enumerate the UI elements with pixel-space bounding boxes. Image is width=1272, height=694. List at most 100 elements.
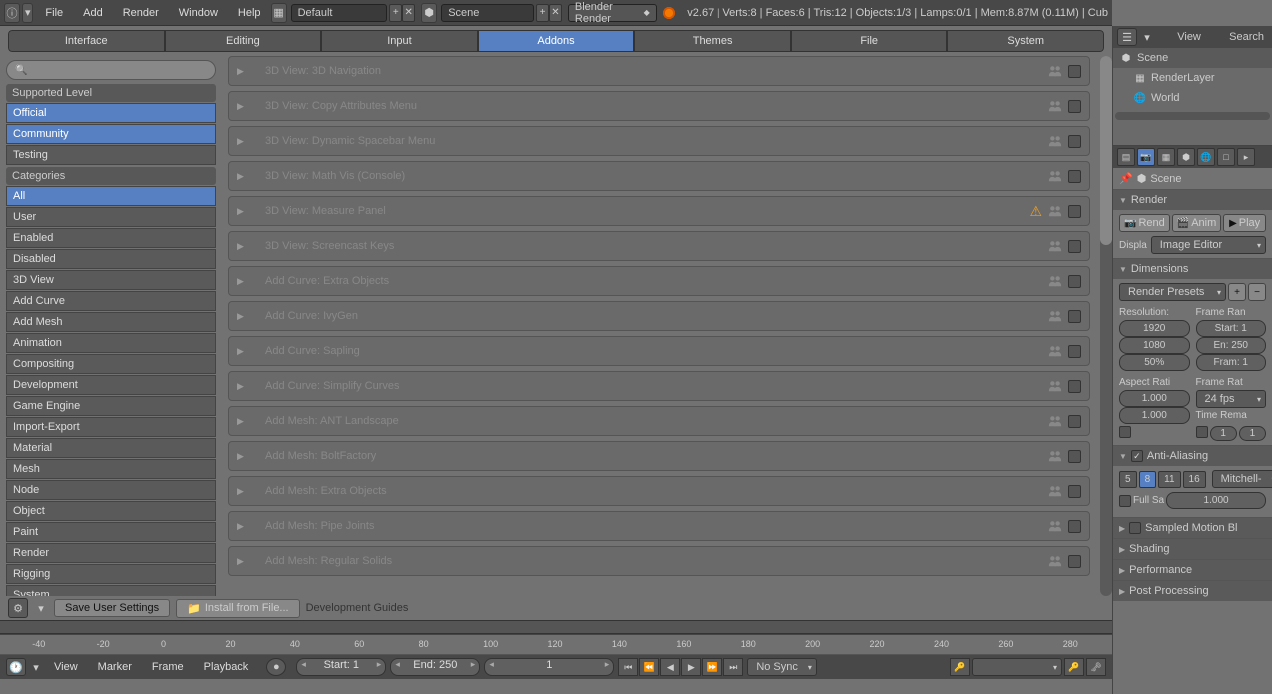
props-tab-world[interactable]: 🌐 xyxy=(1197,148,1215,166)
expand-icon[interactable]: ▶ xyxy=(237,101,249,112)
outliner-view-label[interactable]: View xyxy=(1177,31,1201,43)
pin-icon[interactable]: 📌 xyxy=(1119,172,1133,185)
menu-file[interactable]: File xyxy=(35,7,73,19)
props-tab-render[interactable]: 📷 xyxy=(1137,148,1155,166)
development-guides-label[interactable]: Development Guides xyxy=(306,602,409,614)
key-delete-button[interactable]: 🗝 xyxy=(1086,658,1106,676)
animation-button[interactable]: 🎬Anim xyxy=(1172,214,1222,232)
shading-header[interactable]: ▶Shading xyxy=(1113,539,1272,559)
tab-file[interactable]: File xyxy=(791,30,948,52)
end-frame-field[interactable]: End: 250 xyxy=(390,658,480,676)
remove-scene-button[interactable]: ✕ xyxy=(549,4,562,22)
addon-enable-checkbox[interactable] xyxy=(1068,170,1081,183)
expand-icon[interactable]: ▶ xyxy=(237,276,249,287)
sampled-motion-header[interactable]: ▶Sampled Motion Bl xyxy=(1113,518,1272,538)
category-compositing[interactable]: Compositing xyxy=(6,354,216,374)
render-presets-dropdown[interactable]: Render Presets xyxy=(1119,283,1226,301)
menu-render[interactable]: Render xyxy=(113,7,169,19)
timeline-menu-marker[interactable]: Marker xyxy=(90,661,140,673)
support-community[interactable]: Community xyxy=(6,124,216,144)
addon-row[interactable]: ▶Add Curve: Simplify Curves xyxy=(228,371,1090,401)
frame-end-field[interactable]: En: 250 xyxy=(1196,337,1267,354)
aspect-y-field[interactable]: 1.000 xyxy=(1119,407,1190,424)
frame-step-field[interactable]: Fram: 1 xyxy=(1196,354,1267,371)
aa-8-button[interactable]: 8 xyxy=(1139,471,1157,488)
addon-enable-checkbox[interactable] xyxy=(1068,100,1081,113)
outliner-collapse-icon[interactable]: ▾ xyxy=(1141,31,1153,44)
menu-help[interactable]: Help xyxy=(228,7,271,19)
category-rigging[interactable]: Rigging xyxy=(6,564,216,584)
prefs-editor-icon[interactable]: ⚙ xyxy=(8,598,28,618)
category-addmesh[interactable]: Add Mesh xyxy=(6,312,216,332)
aa-enable-checkbox[interactable] xyxy=(1131,450,1143,462)
timeline-menu-view[interactable]: View xyxy=(46,661,86,673)
addon-row[interactable]: ▶Add Mesh: ANT Landscape xyxy=(228,406,1090,436)
category-paint[interactable]: Paint xyxy=(6,522,216,542)
outliner-world[interactable]: 🌐World xyxy=(1113,88,1272,108)
tab-interface[interactable]: Interface xyxy=(8,30,165,52)
frame-start-field[interactable]: Start: 1 xyxy=(1196,320,1267,337)
tab-editing[interactable]: Editing xyxy=(165,30,322,52)
category-system[interactable]: System xyxy=(6,585,216,596)
keying-set-dropdown[interactable] xyxy=(972,658,1062,676)
category-3dview[interactable]: 3D View xyxy=(6,270,216,290)
performance-header[interactable]: ▶Performance xyxy=(1113,560,1272,580)
autokey-button[interactable]: 🔑 xyxy=(950,658,970,676)
props-tab-scene[interactable]: ⬢ xyxy=(1177,148,1195,166)
category-render[interactable]: Render xyxy=(6,543,216,563)
aa-11-button[interactable]: 11 xyxy=(1158,471,1180,488)
add-scene-button[interactable]: + xyxy=(536,4,549,22)
addon-row[interactable]: ▶Add Curve: Extra Objects xyxy=(228,266,1090,296)
category-all[interactable]: All xyxy=(6,186,216,206)
addon-enable-checkbox[interactable] xyxy=(1068,205,1081,218)
expand-icon[interactable]: ▶ xyxy=(237,136,249,147)
add-layout-button[interactable]: + xyxy=(389,4,402,22)
addon-enable-checkbox[interactable] xyxy=(1068,485,1081,498)
support-testing[interactable]: Testing xyxy=(6,145,216,165)
screen-layout-dropdown[interactable]: Default xyxy=(291,4,388,22)
jump-end-button[interactable]: ⏭ xyxy=(723,658,743,676)
aa-filter-dropdown[interactable]: Mitchell- xyxy=(1212,470,1272,488)
expand-icon[interactable]: ▶ xyxy=(237,346,249,357)
category-user[interactable]: User xyxy=(6,207,216,227)
sync-dropdown[interactable]: No Sync xyxy=(747,658,817,676)
expand-icon[interactable]: ▶ xyxy=(237,311,249,322)
expand-icon[interactable]: ▶ xyxy=(237,451,249,462)
expand-icon[interactable]: ▶ xyxy=(237,486,249,497)
addon-enable-checkbox[interactable] xyxy=(1068,65,1081,78)
addon-row[interactable]: ▶3D View: Math Vis (Console) xyxy=(228,161,1090,191)
expand-icon[interactable]: ▶ xyxy=(237,241,249,252)
tab-input[interactable]: Input xyxy=(321,30,478,52)
expand-icon[interactable]: ▶ xyxy=(237,66,249,77)
current-frame-field[interactable]: 1 xyxy=(484,658,614,676)
addon-row[interactable]: ▶Add Mesh: Pipe Joints xyxy=(228,511,1090,541)
jump-start-button[interactable]: ⏮ xyxy=(618,658,638,676)
remap-old-field[interactable]: 1 xyxy=(1210,426,1237,441)
collapse-icon[interactable]: ▾ xyxy=(22,3,33,23)
expand-icon[interactable]: ▶ xyxy=(237,381,249,392)
outliner-search-label[interactable]: Search xyxy=(1229,31,1264,43)
expand-icon[interactable]: ▶ xyxy=(237,206,249,217)
render-panel-header[interactable]: ▼Render xyxy=(1113,190,1272,210)
support-official[interactable]: Official xyxy=(6,103,216,123)
addon-enable-checkbox[interactable] xyxy=(1068,520,1081,533)
timeline-ruler[interactable]: -40-200204060801001201401601802002202402… xyxy=(0,635,1112,655)
render-button[interactable]: 📷Rend xyxy=(1119,214,1170,232)
resolution-x-field[interactable]: 1920 xyxy=(1119,320,1190,337)
play-rendered-button[interactable]: ▶Play xyxy=(1223,214,1266,232)
display-mode-dropdown[interactable]: Image Editor xyxy=(1151,236,1266,254)
post-processing-header[interactable]: ▶Post Processing xyxy=(1113,581,1272,601)
play-button[interactable]: ▶ xyxy=(681,658,701,676)
category-importexport[interactable]: Import-Export xyxy=(6,417,216,437)
antialiasing-panel-header[interactable]: ▼Anti-Aliasing xyxy=(1113,446,1272,466)
addon-enable-checkbox[interactable] xyxy=(1068,310,1081,323)
category-gameengine[interactable]: Game Engine xyxy=(6,396,216,416)
expand-icon[interactable]: ▶ xyxy=(237,171,249,182)
addon-enable-checkbox[interactable] xyxy=(1068,415,1081,428)
category-addcurve[interactable]: Add Curve xyxy=(6,291,216,311)
outliner-scene[interactable]: ⬢Scene xyxy=(1113,48,1272,68)
addon-enable-checkbox[interactable] xyxy=(1068,240,1081,253)
remove-layout-button[interactable]: ✕ xyxy=(402,4,415,22)
keyframe-prev-button[interactable]: ⏪ xyxy=(639,658,659,676)
dimensions-panel-header[interactable]: ▼Dimensions xyxy=(1113,259,1272,279)
